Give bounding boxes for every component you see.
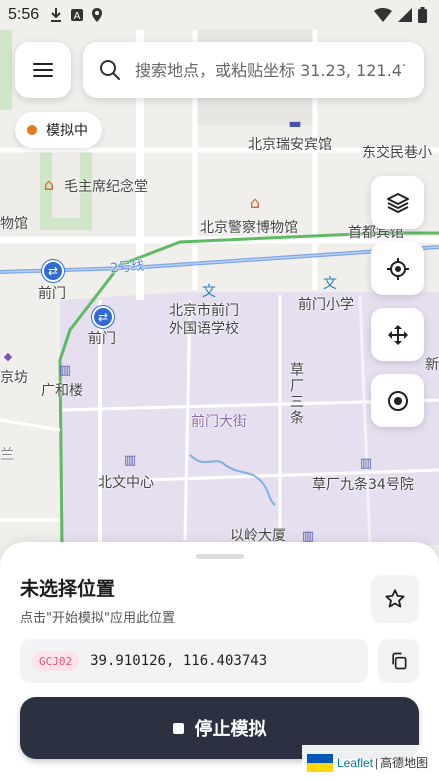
building-icon[interactable]: ▥ bbox=[358, 455, 374, 471]
hotel-icon[interactable]: ▬ bbox=[287, 116, 303, 132]
center-target-button[interactable] bbox=[371, 374, 424, 427]
map-label: 外国语学校 bbox=[169, 321, 239, 337]
copy-icon bbox=[391, 652, 406, 670]
simulation-status-chip: 模拟中 bbox=[15, 112, 102, 148]
leaflet-link[interactable]: Leaflet bbox=[337, 756, 373, 770]
download-icon bbox=[51, 8, 62, 22]
svg-text:A: A bbox=[74, 11, 81, 22]
metro-station-icon[interactable]: ⇄ bbox=[92, 306, 114, 328]
cellular-signal-icon bbox=[398, 8, 412, 22]
school-icon[interactable]: 文 bbox=[322, 275, 338, 292]
map-label: 物馆 bbox=[0, 216, 28, 232]
stop-icon bbox=[172, 722, 184, 734]
ukraine-flag-icon bbox=[307, 753, 333, 772]
metro-line-label: 2号线 bbox=[109, 258, 146, 277]
search-icon bbox=[100, 60, 120, 80]
attribution-separator: | bbox=[375, 755, 379, 770]
map-label: 兰 bbox=[0, 447, 14, 463]
favorite-button[interactable] bbox=[371, 575, 419, 623]
map-label: 前门 bbox=[88, 331, 116, 347]
coord-system-badge: GCJ02 bbox=[32, 651, 80, 671]
status-time: 5:56 bbox=[8, 6, 40, 23]
move-arrows-icon bbox=[387, 324, 408, 345]
map-label: 草厂九条34号院 bbox=[312, 477, 414, 493]
search-input[interactable] bbox=[135, 60, 405, 80]
map-label: 新 bbox=[425, 357, 439, 373]
location-subtitle: 点击"开始模拟"应用此位置 bbox=[20, 611, 175, 626]
location-title: 未选择位置 bbox=[20, 578, 116, 600]
map-label: 东交民巷小 bbox=[362, 145, 432, 161]
map-label: 北京瑞安宾馆 bbox=[248, 137, 332, 153]
status-bar: 5:56 A bbox=[0, 0, 439, 30]
simulation-status-label: 模拟中 bbox=[46, 123, 88, 139]
wifi-icon bbox=[374, 8, 392, 22]
stop-simulation-label: 停止模拟 bbox=[194, 719, 267, 740]
building-icon[interactable]: ▥ bbox=[122, 452, 138, 468]
app-notification-icon: A bbox=[71, 9, 84, 22]
map-attribution: Leaflet | 高德地图 bbox=[302, 745, 439, 780]
layers-icon bbox=[386, 192, 409, 213]
star-icon bbox=[385, 589, 405, 608]
status-dot bbox=[27, 125, 37, 135]
search-bar[interactable] bbox=[83, 42, 424, 98]
building-icon[interactable]: ▥ bbox=[57, 362, 73, 378]
map-label: 北京警察博物馆 bbox=[200, 220, 298, 236]
map-label: 前门小学 bbox=[298, 297, 354, 313]
coordinate-display: GCJ02 39.910126, 116.403743 bbox=[20, 639, 368, 683]
street-label: 前门大街 bbox=[191, 414, 247, 430]
map-label: 前门 bbox=[38, 286, 66, 302]
metro-station-icon[interactable]: ⇄ bbox=[42, 260, 64, 282]
joystick-button[interactable] bbox=[371, 308, 424, 361]
target-icon bbox=[387, 390, 408, 411]
map-label: 毛主席纪念堂 bbox=[64, 179, 148, 195]
copy-coordinates-button[interactable] bbox=[378, 639, 419, 683]
map-label: 北文中心 bbox=[98, 475, 154, 491]
battery-icon bbox=[418, 7, 427, 23]
coordinates-value: 39.910126, 116.403743 bbox=[90, 653, 268, 669]
museum-icon[interactable]: ⌂ bbox=[247, 193, 263, 212]
layers-button[interactable] bbox=[371, 176, 424, 229]
shop-icon[interactable]: ◆ bbox=[0, 348, 16, 364]
map-provider-label: 高德地图 bbox=[380, 756, 429, 770]
map-label: 京坊 bbox=[0, 370, 28, 386]
hamburger-menu-icon bbox=[33, 63, 53, 77]
map-label: 广和楼 bbox=[41, 383, 83, 399]
map-label: 北京市前门 bbox=[169, 303, 239, 319]
museum-icon[interactable]: ⌂ bbox=[41, 175, 57, 194]
gps-crosshair-icon bbox=[386, 257, 409, 280]
menu-button[interactable] bbox=[15, 42, 71, 98]
street-label: 草厂三条 bbox=[288, 362, 304, 426]
location-pin-icon bbox=[92, 8, 103, 22]
school-icon[interactable]: 文 bbox=[201, 283, 217, 300]
my-location-button[interactable] bbox=[371, 242, 424, 295]
sheet-drag-handle[interactable] bbox=[196, 554, 244, 559]
